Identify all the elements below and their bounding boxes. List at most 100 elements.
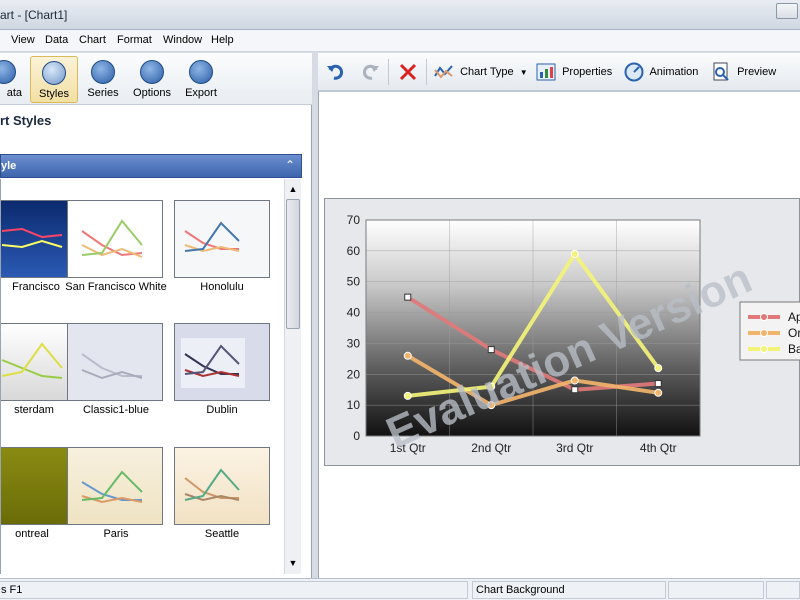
legend-label: Ap bbox=[788, 310, 800, 324]
y-tick-label: 70 bbox=[347, 213, 361, 227]
data-button-label: ata bbox=[6, 87, 22, 99]
style-group-header[interactable]: yle ⌃ bbox=[0, 154, 302, 178]
series-button[interactable]: Series bbox=[79, 56, 127, 103]
line-chart: 010203040506070 1st Qtr 2nd Qtr 3rd Qtr 4th… bbox=[347, 213, 800, 458]
options-button[interactable]: Options bbox=[128, 56, 176, 103]
menu-data[interactable]: Data bbox=[45, 34, 68, 46]
styles-button[interactable]: Styles bbox=[30, 56, 78, 103]
styles-icon bbox=[42, 61, 66, 85]
preview-button[interactable]: Preview bbox=[711, 61, 776, 83]
data-point[interactable] bbox=[571, 386, 579, 394]
styles-button-label: Styles bbox=[39, 88, 69, 100]
style-gallery: Francisco San Francisco White Honolulu s… bbox=[0, 179, 302, 574]
menu-format[interactable]: Format bbox=[117, 34, 152, 46]
chart-background[interactable]: 0 10 20 30 40 50 60 70 1st Qtr 2nd Qtr 3rd Qtr 4th… bbox=[324, 198, 800, 466]
animation-button[interactable]: Animation bbox=[624, 61, 698, 83]
export-button-label: Export bbox=[185, 87, 217, 99]
data-point[interactable] bbox=[654, 380, 662, 388]
status-panel bbox=[766, 581, 800, 599]
chart-type-icon bbox=[434, 65, 453, 79]
collapse-icon[interactable]: ⌃ bbox=[285, 158, 295, 172]
menu-help[interactable]: Help bbox=[211, 34, 234, 46]
thumbnail-san-francisco-white[interactable] bbox=[67, 200, 163, 278]
redo-button[interactable] bbox=[360, 61, 383, 83]
delete-icon bbox=[399, 64, 417, 81]
legend-marker bbox=[760, 345, 768, 353]
x-tick-label: 4th Qtr bbox=[640, 441, 677, 455]
preview-label: Preview bbox=[737, 66, 777, 78]
thumbnail-caption: San Francisco White bbox=[65, 281, 167, 293]
y-tick-label: 60 bbox=[347, 244, 361, 258]
y-tick-label: 40 bbox=[347, 306, 361, 320]
status-panel bbox=[668, 581, 764, 599]
chart-toolbar: Chart Type ▼ Properties Animation Previe… bbox=[318, 53, 800, 91]
legend-marker bbox=[760, 329, 768, 337]
panel-heading: rt Styles bbox=[0, 113, 52, 128]
window-title: art - [Chart1] bbox=[0, 8, 68, 22]
options-icon bbox=[140, 60, 164, 84]
status-help: s F1 bbox=[0, 581, 468, 599]
title-bar: art - [Chart1] bbox=[0, 0, 800, 30]
minimize-button[interactable] bbox=[776, 3, 798, 19]
data-point[interactable] bbox=[487, 346, 495, 354]
options-button-label: Options bbox=[133, 87, 171, 99]
y-tick-label: 10 bbox=[347, 398, 361, 412]
export-icon bbox=[189, 60, 213, 84]
scroll-thumb[interactable] bbox=[286, 199, 300, 329]
menu-bar: View Data Chart Format Window Help bbox=[0, 30, 800, 52]
toolbar-separator bbox=[426, 59, 427, 85]
thumbnail-caption: Dublin bbox=[206, 404, 238, 416]
thumbnail-classic1-blue[interactable] bbox=[67, 323, 163, 401]
menu-view[interactable]: View bbox=[11, 34, 35, 46]
toolbar-separator bbox=[388, 59, 389, 85]
x-tick-label: 2nd Qtr bbox=[471, 441, 511, 455]
chart-type-label: Chart Type bbox=[460, 66, 514, 78]
scroll-down-arrow[interactable]: ▼ bbox=[285, 555, 301, 571]
gallery-scrollbar[interactable]: ▲ ▼ bbox=[284, 179, 301, 574]
legend-label: Or bbox=[788, 326, 800, 340]
status-selection: Chart Background bbox=[472, 581, 666, 599]
preview-icon bbox=[713, 62, 729, 81]
status-bar: s F1 Chart Background bbox=[0, 578, 800, 600]
properties-button[interactable]: Properties bbox=[536, 61, 612, 83]
thumbnail-caption: Seattle bbox=[204, 528, 240, 540]
data-point[interactable] bbox=[654, 388, 663, 397]
thumbnail-paris[interactable] bbox=[67, 447, 163, 525]
left-panel: ata Styles Series Options Export rt Styl… bbox=[0, 53, 312, 578]
thumbnail-caption: Paris bbox=[103, 528, 129, 540]
data-icon bbox=[0, 60, 16, 84]
properties-icon bbox=[536, 63, 556, 81]
y-tick-label: 20 bbox=[347, 367, 361, 381]
series-button-label: Series bbox=[87, 87, 119, 99]
y-tick-label: 30 bbox=[347, 336, 361, 350]
style-group-label: yle bbox=[1, 160, 17, 172]
data-point[interactable] bbox=[404, 293, 412, 301]
scroll-up-arrow[interactable]: ▲ bbox=[285, 181, 301, 197]
y-tick-label: 50 bbox=[347, 275, 361, 289]
delete-button[interactable] bbox=[398, 61, 421, 83]
properties-label: Properties bbox=[562, 66, 613, 78]
legend-label: Ba bbox=[788, 342, 800, 356]
undo-button[interactable] bbox=[326, 61, 349, 83]
thumbnail-caption: Classic1-blue bbox=[82, 404, 150, 416]
chart-type-button[interactable]: Chart Type ▼ bbox=[434, 61, 528, 83]
legend[interactable]: Ap Or Ba bbox=[739, 301, 800, 361]
series-icon bbox=[91, 60, 115, 84]
menu-chart[interactable]: Chart bbox=[79, 34, 106, 46]
animation-icon bbox=[624, 62, 644, 82]
thumbnail-seattle[interactable] bbox=[174, 447, 270, 525]
data-point[interactable] bbox=[403, 351, 412, 360]
data-point[interactable] bbox=[654, 364, 663, 373]
menu-window[interactable]: Window bbox=[163, 34, 202, 46]
thumbnail-honolulu[interactable] bbox=[174, 200, 270, 278]
thumbnail-caption: Honolulu bbox=[200, 281, 244, 293]
legend-marker bbox=[760, 313, 768, 321]
chevron-down-icon: ▼ bbox=[519, 68, 528, 77]
export-button[interactable]: Export bbox=[177, 56, 225, 103]
data-point[interactable] bbox=[570, 249, 579, 258]
data-point[interactable] bbox=[403, 391, 412, 400]
animation-label: Animation bbox=[649, 66, 699, 78]
undo-icon bbox=[327, 64, 344, 80]
thumbnail-dublin[interactable] bbox=[174, 323, 270, 401]
data-button[interactable]: ata bbox=[0, 56, 28, 103]
